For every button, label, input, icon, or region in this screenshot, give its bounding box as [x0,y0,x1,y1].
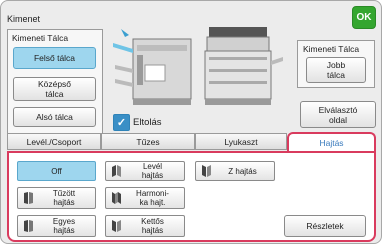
upper-tray-button[interactable]: Felső tálca [13,47,96,69]
single-fold-button[interactable]: Egyes hajtás [17,215,96,237]
accordion-fold-icon [112,192,121,204]
details-button[interactable]: Részletek [284,215,366,237]
tab-fold[interactable]: Hajtás [287,132,376,152]
z-fold-button[interactable]: Z hajtás [195,161,275,181]
double-fold-button[interactable]: Kettős hajtás [105,215,185,237]
ok-button[interactable]: OK [352,6,376,29]
tab-staple[interactable]: Tűzes [101,133,195,150]
output-settings-window: Kimenet OK Kimeneti Tálca Felső tálca Kö… [0,0,382,244]
separator-page-button[interactable]: Elválasztó oldal [300,101,376,128]
right-tray-label: Kimeneti Tálca [303,44,360,54]
output-tray-group: Kimeneti Tálca Felső tálca Középső tálca… [7,29,103,135]
accordion-fold-label: Harmoni- ka hajt. [136,189,169,207]
letter-fold-label: Levél hajtás [141,162,164,180]
lower-tray-button[interactable]: Alsó tálca [13,107,96,127]
right-tray-group: Kimeneti Tálca Jobb tálca [297,40,375,88]
double-fold-label: Kettős hajtás [141,217,164,235]
right-tray-button[interactable]: Jobb tálca [306,57,366,83]
offset-checkbox[interactable]: ✓ [113,114,130,131]
tab-punch[interactable]: Lyukaszt [195,133,287,150]
letter-fold-icon [112,165,121,177]
tab-staple-group[interactable]: Levél./Csoport [7,133,101,150]
z-fold-label: Z hajtás [228,166,257,176]
accordion-fold-button[interactable]: Harmoni- ka hajt. [105,187,185,209]
letter-fold-button[interactable]: Levél hajtás [105,161,185,181]
fold-off-label: Off [51,166,62,176]
fold-off-button[interactable]: Off [17,161,96,181]
saddle-fold-icon [24,192,33,204]
output-tray-label: Kimeneti Tálca [12,33,69,43]
fold-options-panel: Off Levél hajtás Z hajtás Tűzött hajtás … [7,151,376,242]
z-fold-icon [202,165,211,177]
saddle-fold-label: Tűzött hajtás [52,189,76,207]
single-fold-icon [24,220,33,232]
saddle-fold-button[interactable]: Tűzött hajtás [17,187,96,209]
middle-tray-button[interactable]: Középső tálca [13,77,96,101]
single-fold-label: Egyes hajtás [52,217,76,235]
window-title: Kimenet [7,14,41,24]
printer-illustration [113,27,283,105]
double-fold-icon [112,220,121,232]
offset-label: Eltolás [133,117,162,128]
